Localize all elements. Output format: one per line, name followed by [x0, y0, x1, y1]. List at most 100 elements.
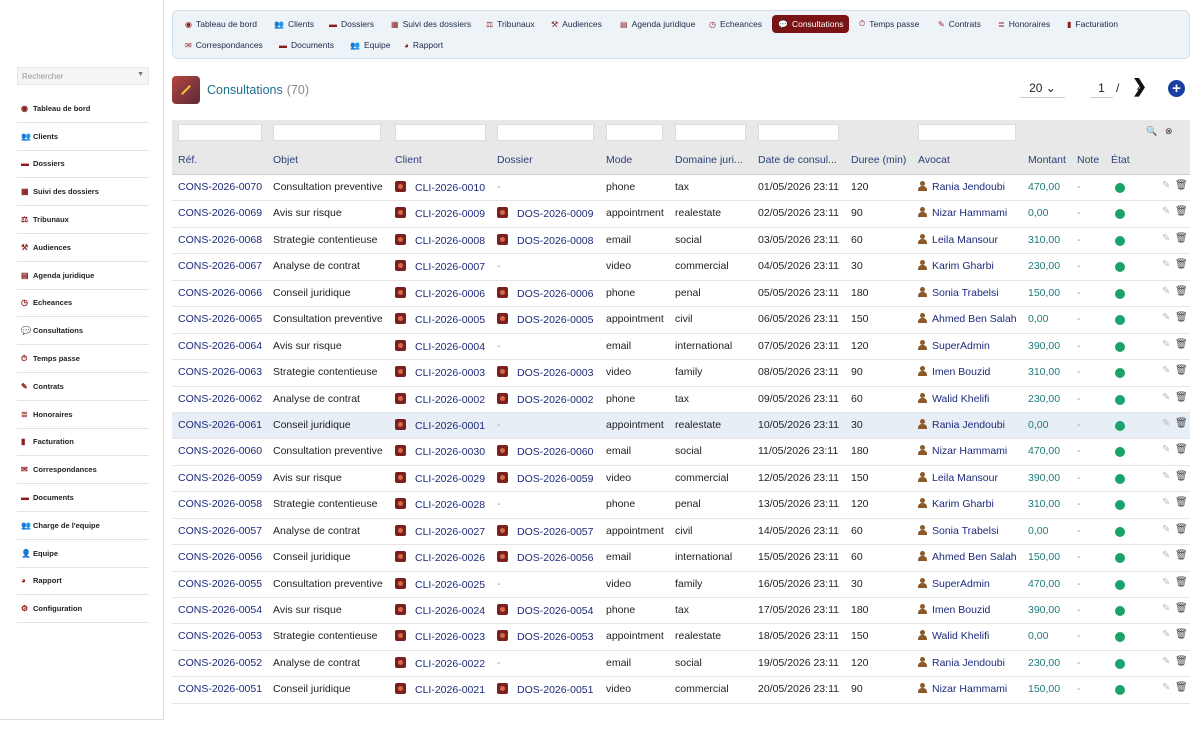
nav-item-consultations[interactable]: 💬 Consultations	[772, 15, 850, 33]
avocat-name[interactable]: Rania Jendoubi	[932, 419, 1005, 431]
client-link[interactable]: CLI-2026-0010	[415, 182, 485, 194]
avocat-name[interactable]: Nizar Hammami	[932, 445, 1007, 457]
trash-icon[interactable]: 🗑	[1175, 471, 1188, 482]
ref-link[interactable]: CONS-2026-0065	[178, 313, 268, 325]
sidebar-item-equipe[interactable]: 👤 Equipe	[17, 540, 149, 568]
nav-item-documents[interactable]: ▬ Documents	[273, 36, 340, 54]
trash-icon[interactable]: 🗑	[1175, 524, 1188, 535]
ref-link[interactable]: CONS-2026-0051	[178, 683, 268, 695]
table-row[interactable]: CONS-2026-0051 Conseil juridique CLI-2026-…	[172, 677, 1190, 704]
next-page-icon[interactable]: ❯	[1132, 76, 1147, 97]
edit-icon[interactable]: ✎	[1162, 577, 1170, 588]
ref-link[interactable]: CONS-2026-0062	[178, 393, 268, 405]
table-row[interactable]: CONS-2026-0065 Consultation preventive CLI…	[172, 307, 1190, 334]
table-row[interactable]: CONS-2026-0062 Analyse de contrat CLI-2026…	[172, 387, 1190, 413]
dossier-link[interactable]: DOS-2026-0051	[517, 684, 593, 696]
avocat-name[interactable]: Leila Mansour	[932, 234, 998, 246]
sidebar-item-contrats[interactable]: ✎ Contrats	[17, 373, 149, 401]
avocat-name[interactable]: Walid Khelifi	[932, 630, 989, 642]
client-link[interactable]: CLI-2026-0028	[415, 499, 485, 511]
trash-icon[interactable]: 🗑	[1175, 180, 1188, 191]
table-row[interactable]: CONS-2026-0066 Conseil juridique CLI-2026-…	[172, 281, 1190, 308]
edit-icon[interactable]: ✎	[1162, 444, 1170, 455]
sidebar-item-configuration[interactable]: ⚙ Configuration	[17, 595, 149, 624]
ref-link[interactable]: CONS-2026-0058	[178, 498, 268, 510]
edit-icon[interactable]: ✎	[1162, 471, 1170, 482]
filter-ref-input[interactable]	[178, 124, 262, 141]
nav-item-agenda-juridique[interactable]: ▤ Agenda juridique	[614, 15, 701, 33]
avocat-name[interactable]: Karim Gharbi	[932, 498, 994, 510]
dossier-link[interactable]: DOS-2026-0008	[517, 235, 593, 247]
clear-filter-icon[interactable]: ⊗	[1165, 126, 1173, 137]
ref-link[interactable]: CONS-2026-0066	[178, 287, 268, 299]
table-row[interactable]: CONS-2026-0060 Consultation preventive CLI…	[172, 439, 1190, 466]
client-link[interactable]: CLI-2026-0022	[415, 658, 485, 670]
avocat-name[interactable]: Ahmed Ben Salah	[932, 313, 1017, 325]
column-header[interactable]: Date de consul...	[758, 154, 846, 166]
avocat-name[interactable]: Sonia Trabelsi	[932, 287, 999, 299]
filter-domaine-input[interactable]	[675, 124, 746, 141]
trash-icon[interactable]: 🗑	[1175, 497, 1188, 508]
dossier-link[interactable]: DOS-2026-0056	[517, 552, 593, 564]
trash-icon[interactable]: 🗑	[1175, 233, 1188, 244]
edit-icon[interactable]: ✎	[1162, 497, 1170, 508]
nav-item-dossiers[interactable]: ▬ Dossiers	[323, 15, 380, 33]
dossier-link[interactable]: DOS-2026-0060	[517, 446, 593, 458]
filter-avocat-input[interactable]	[918, 124, 1016, 141]
nav-item-suivi-des-dossiers[interactable]: ▦ Suivi des dossiers	[385, 15, 477, 33]
ref-link[interactable]: CONS-2026-0070	[178, 181, 268, 193]
table-row[interactable]: CONS-2026-0063 Strategie contentieuse CLI-…	[172, 360, 1190, 387]
nav-item-correspondances[interactable]: ✉ Correspondances	[179, 36, 269, 54]
avocat-name[interactable]: Karim Gharbi	[932, 260, 994, 272]
client-link[interactable]: CLI-2026-0023	[415, 631, 485, 643]
avocat-name[interactable]: Walid Khelifi	[932, 393, 989, 405]
sidebar-item-correspondances[interactable]: ✉ Correspondances	[17, 456, 149, 485]
trash-icon[interactable]: 🗑	[1175, 577, 1188, 588]
nav-item-audiences[interactable]: ⚒ Audiences	[545, 15, 608, 33]
nav-item-temps-passe[interactable]: ⏱ Temps passe	[853, 15, 925, 33]
table-row[interactable]: CONS-2026-0053 Strategie contentieuse CLI-…	[172, 624, 1190, 651]
filter-objet-input[interactable]	[273, 124, 381, 141]
add-consultation-button[interactable]: +	[1168, 80, 1185, 97]
sidebar-item-facturation[interactable]: ▮ Facturation	[17, 429, 149, 457]
nav-item-equipe[interactable]: 👥 Equipe	[344, 36, 396, 54]
sidebar-item-suivi-des-dossiers[interactable]: ▦ Suivi des dossiers	[17, 178, 149, 207]
trash-icon[interactable]: 🗑	[1175, 418, 1188, 429]
sidebar-item-honoraires[interactable]: ≣ Honoraires	[17, 401, 149, 429]
dossier-link[interactable]: DOS-2026-0002	[517, 394, 593, 406]
sidebar-item-dossiers[interactable]: ▬ Dossiers	[17, 151, 149, 179]
avocat-name[interactable]: Leila Mansour	[932, 472, 998, 484]
edit-icon[interactable]: ✎	[1162, 629, 1170, 640]
table-row[interactable]: CONS-2026-0056 Conseil juridique CLI-2026-…	[172, 545, 1190, 572]
dossier-link[interactable]: DOS-2026-0054	[517, 605, 593, 617]
ref-link[interactable]: CONS-2026-0067	[178, 260, 268, 272]
edit-icon[interactable]: ✎	[1162, 259, 1170, 270]
edit-icon[interactable]: ✎	[1162, 392, 1170, 403]
column-header[interactable]: Domaine juri...	[675, 154, 751, 166]
trash-icon[interactable]: 🗑	[1175, 365, 1188, 376]
edit-icon[interactable]: ✎	[1162, 550, 1170, 561]
trash-icon[interactable]: 🗑	[1175, 286, 1188, 297]
table-row[interactable]: CONS-2026-0058 Strategie contentieuse CLI-…	[172, 492, 1190, 519]
nav-item-echeances[interactable]: ◷ Echeances	[703, 15, 768, 33]
ref-link[interactable]: CONS-2026-0053	[178, 630, 268, 642]
filter-dossier-input[interactable]	[497, 124, 594, 141]
client-link[interactable]: CLI-2026-0025	[415, 579, 485, 591]
edit-icon[interactable]: ✎	[1162, 656, 1170, 667]
table-row[interactable]: CONS-2026-0064 Avis sur risque CLI-2026-00…	[172, 334, 1190, 361]
filter-mode-input[interactable]	[606, 124, 663, 141]
column-header[interactable]: Dossier	[497, 154, 602, 166]
ref-link[interactable]: CONS-2026-0052	[178, 657, 268, 669]
column-header[interactable]: Objet	[273, 154, 391, 166]
dossier-link[interactable]: DOS-2026-0059	[517, 473, 593, 485]
sidebar-item-consultations[interactable]: 💬 Consultations	[17, 317, 149, 346]
sidebar-item-temps-passe[interactable]: ⏱ Temps passe	[17, 345, 149, 373]
avocat-name[interactable]: Rania Jendoubi	[932, 657, 1005, 669]
trash-icon[interactable]: 🗑	[1175, 259, 1188, 270]
edit-icon[interactable]: ✎	[1162, 365, 1170, 376]
table-row[interactable]: CONS-2026-0054 Avis sur risque CLI-2026-00…	[172, 598, 1190, 625]
sidebar-item-charge-de-l-equipe[interactable]: 👥 Charge de l'equipe	[17, 512, 149, 540]
trash-icon[interactable]: 🗑	[1175, 392, 1188, 403]
avocat-name[interactable]: Rania Jendoubi	[932, 181, 1005, 193]
table-row[interactable]: CONS-2026-0068 Strategie contentieuse CLI-…	[172, 228, 1190, 255]
